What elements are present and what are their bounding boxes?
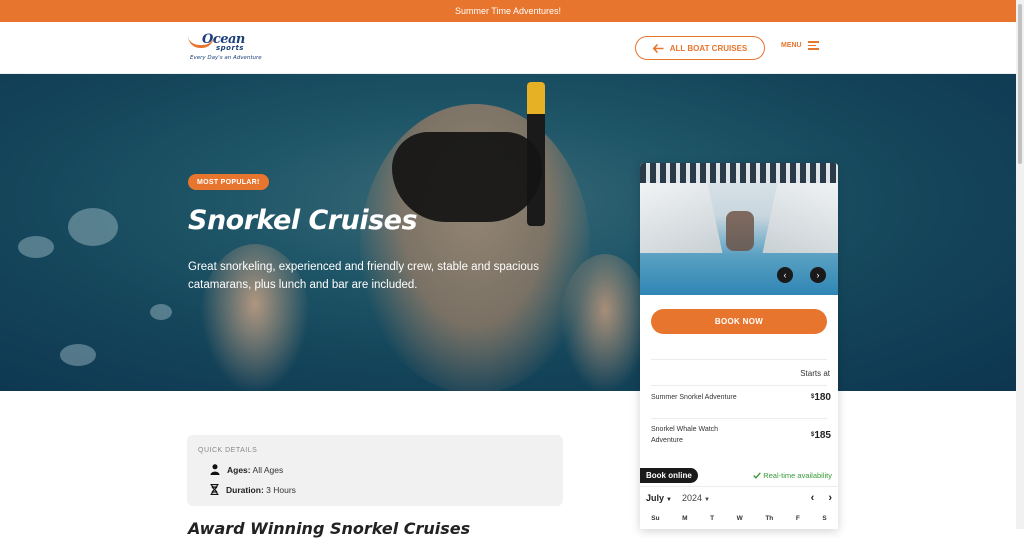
water-bubble	[150, 304, 172, 320]
calendar-header: July ▼ 2024 ▼ ‹ ›	[646, 492, 832, 504]
chevron-right-icon: ›	[816, 270, 820, 280]
price-value: 180	[814, 392, 831, 403]
book-online-label: Book online	[640, 468, 698, 483]
divider	[651, 418, 827, 419]
calendar-nav: ‹ ›	[811, 492, 832, 504]
quick-details-panel: QUICK DETAILS Ages: All Ages Duration: 3…	[187, 435, 563, 506]
prev-month-button[interactable]: ‹	[811, 492, 815, 504]
starts-at-label: Starts at	[800, 369, 830, 378]
duration-row: Duration: 3 Hours	[210, 484, 296, 495]
ages-value: All Ages	[252, 464, 284, 475]
boat-deck	[640, 163, 838, 183]
year-select[interactable]: 2024 ▼	[682, 493, 710, 503]
boat-photo-carousel: ‹ ›	[640, 163, 838, 295]
weekday-label: F	[795, 515, 800, 522]
book-now-button[interactable]: BOOK NOW	[651, 309, 827, 334]
hero-section	[0, 74, 1016, 391]
hamburger-icon	[807, 41, 819, 50]
person-icon	[210, 464, 220, 475]
option-name: Snorkel Whale Watch Adventure	[651, 426, 719, 444]
weekday-label: Su	[651, 515, 660, 522]
option-price: $180	[811, 392, 831, 403]
water-bubble	[60, 344, 96, 366]
option-name: Summer Snorkel Adventure	[651, 394, 737, 401]
month-select[interactable]: July ▼	[646, 493, 672, 503]
ocean-sports-logo[interactable]: Ocean sports Every Day's an Adventure	[188, 30, 268, 66]
year-value: 2024	[681, 493, 702, 503]
carousel-next-button[interactable]: ›	[810, 267, 826, 283]
back-arrow-icon	[652, 43, 664, 53]
water-bubble	[68, 208, 118, 246]
month-value: July	[646, 493, 665, 503]
duration-value: 3 Hours	[266, 484, 296, 495]
passengers	[726, 211, 754, 251]
announcement-bar: Summer Time Adventures!	[0, 0, 1016, 22]
hero-description: Great snorkeling, experienced and friend…	[188, 261, 539, 291]
all-boat-cruises-button[interactable]: ALL BOAT CRUISES	[635, 36, 765, 60]
snorkeler-hand-right	[560, 254, 650, 391]
carousel-prev-button[interactable]: ‹	[777, 267, 793, 283]
tour-option-whale-watch[interactable]: Snorkel Whale Watch Adventure $185	[651, 424, 831, 446]
snorkel-top	[527, 82, 545, 114]
menu-button[interactable]: MENU	[781, 41, 819, 50]
most-popular-badge: MOST POPULAR!	[188, 174, 269, 190]
next-month-button[interactable]: ›	[828, 492, 832, 504]
realtime-label: Real-time availability	[763, 471, 832, 480]
caret-down-icon: ▼	[666, 497, 672, 503]
logo-tagline: Every Day's an Adventure	[190, 55, 262, 61]
site-header: Ocean sports Every Day's an Adventure AL…	[0, 22, 1016, 74]
catamaran-hull-right	[762, 183, 838, 253]
catamaran-hull-left	[640, 183, 723, 253]
price-value: 185	[814, 429, 831, 441]
hourglass-icon	[210, 484, 219, 495]
tour-option-summer-snorkel[interactable]: Summer Snorkel Adventure $180	[651, 392, 831, 403]
menu-label: MENU	[781, 41, 802, 49]
logo-brand-secondary: sports	[216, 44, 244, 52]
all-boat-cruises-label: ALL BOAT CRUISES	[669, 43, 748, 53]
checkmark-icon	[753, 472, 762, 479]
realtime-availability: Real-time availability	[753, 471, 832, 480]
ages-row: Ages: All Ages	[210, 464, 283, 475]
chevron-left-icon: ‹	[783, 270, 787, 280]
divider	[651, 385, 827, 386]
quick-details-label: QUICK DETAILS	[198, 447, 258, 454]
booking-widget: ‹ › BOOK NOW Starts at Summer Snorkel Ad…	[640, 163, 838, 529]
scrollbar-thumb[interactable]	[1018, 4, 1022, 164]
announcement-text: Summer Time Adventures!	[454, 6, 562, 16]
weekday-label: T	[710, 515, 715, 522]
water-bubble	[18, 236, 54, 258]
weekday-label: S	[822, 515, 827, 522]
weekday-label: W	[736, 515, 743, 522]
weekday-label: Th	[765, 515, 774, 522]
weekday-label: M	[682, 515, 688, 522]
page-title: Snorkel Cruises	[188, 205, 418, 236]
option-price: $185	[811, 430, 831, 441]
page-scrollbar[interactable]	[1016, 0, 1024, 529]
divider	[651, 359, 827, 360]
ages-label: Ages:	[227, 464, 251, 475]
caret-down-icon: ▼	[704, 497, 710, 503]
duration-label: Duration:	[226, 484, 264, 495]
calendar-weekdays: Su M T W Th F S	[640, 515, 838, 522]
divider	[640, 486, 838, 487]
